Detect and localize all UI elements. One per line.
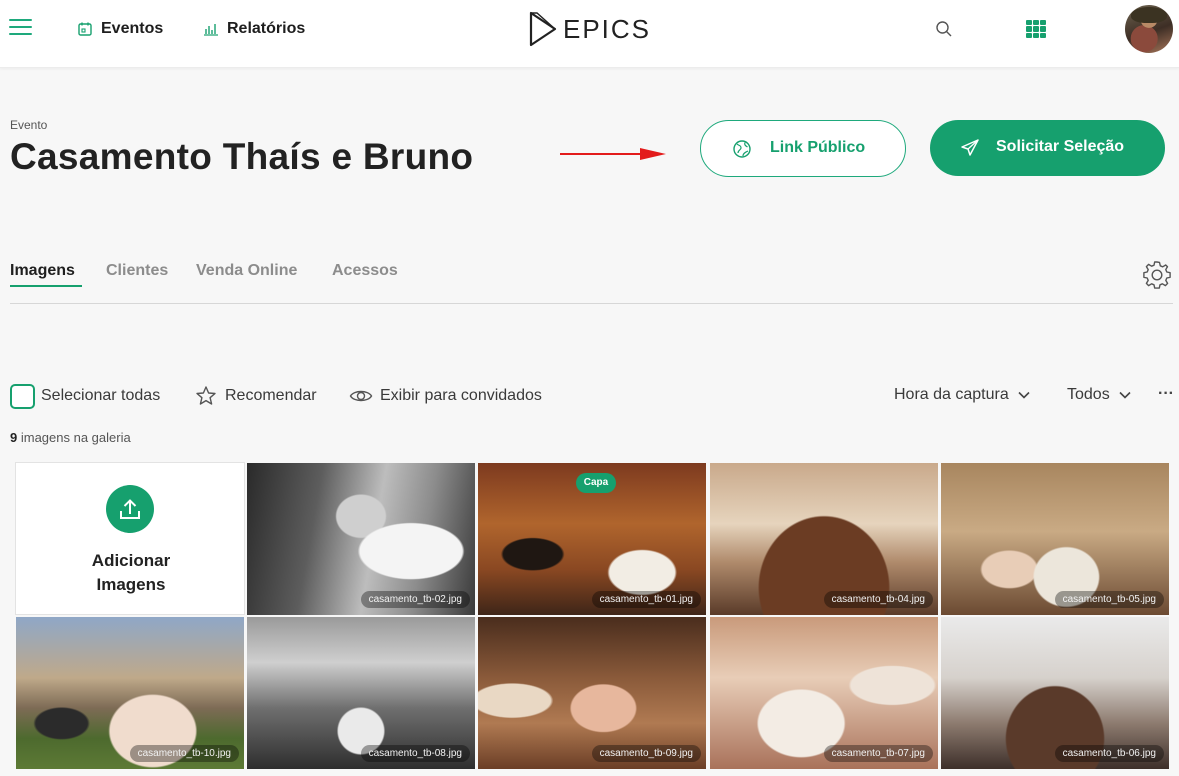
apps-grid-icon[interactable] bbox=[1026, 20, 1046, 38]
eye-icon bbox=[349, 390, 373, 402]
public-link-button[interactable]: Link Público bbox=[700, 120, 906, 177]
event-tabs: Imagens Clientes Venda Online Acessos bbox=[10, 260, 1173, 304]
top-navbar: Eventos Relatórios EPICS bbox=[0, 0, 1179, 68]
brand-logo[interactable]: EPICS bbox=[527, 11, 651, 47]
star-icon bbox=[196, 386, 216, 405]
menu-icon[interactable] bbox=[9, 17, 33, 37]
select-all-label: Selecionar todas bbox=[41, 387, 161, 404]
nav-relatorios-label: Relatórios bbox=[227, 20, 306, 37]
tab-venda-online[interactable]: Venda Online bbox=[196, 262, 297, 280]
brand-name: EPICS bbox=[563, 13, 652, 44]
avatar[interactable] bbox=[1125, 5, 1173, 53]
sort-dropdown[interactable]: Hora da captura bbox=[894, 384, 1030, 406]
nav-relatorios[interactable]: Relatórios bbox=[203, 18, 305, 40]
gallery-image[interactable]: casamento_tb-05.jpg bbox=[941, 463, 1169, 615]
gear-icon[interactable] bbox=[1141, 259, 1173, 291]
recommend-label: Recomendar bbox=[225, 387, 317, 404]
tab-acessos[interactable]: Acessos bbox=[332, 262, 398, 280]
image-filename: casamento_tb-10.jpg bbox=[129, 745, 239, 762]
filter-dropdown[interactable]: Todos bbox=[1067, 384, 1131, 406]
image-filename: casamento_tb-06.jpg bbox=[1054, 745, 1164, 762]
sort-dropdown-label: Hora da captura bbox=[894, 386, 1009, 403]
page-title: Casamento Thaís e Bruno bbox=[10, 136, 474, 177]
logo-icon bbox=[529, 11, 557, 47]
gallery-image[interactable]: casamento_tb-08.jpg bbox=[247, 617, 475, 769]
request-selection-label: Solicitar Seleção bbox=[996, 138, 1125, 155]
image-filename: casamento_tb-09.jpg bbox=[591, 745, 701, 762]
nav-eventos[interactable]: Eventos bbox=[77, 18, 163, 40]
cover-badge: Capa bbox=[576, 473, 616, 493]
image-filename: casamento_tb-01.jpg bbox=[591, 591, 701, 608]
public-link-label: Link Público bbox=[770, 139, 866, 156]
chevron-down-icon bbox=[1119, 391, 1131, 399]
recommend-button[interactable]: Recomendar bbox=[195, 384, 317, 408]
gallery-image[interactable]: Capa casamento_tb-01.jpg bbox=[478, 463, 706, 615]
gallery-count-number: 9 bbox=[10, 430, 18, 445]
gallery-count-label: imagens na galeria bbox=[20, 430, 131, 445]
show-to-guests-button[interactable]: Exibir para convidados bbox=[349, 384, 542, 408]
chevron-down-icon bbox=[1018, 391, 1030, 399]
gallery-image[interactable]: casamento_tb-06.jpg bbox=[941, 617, 1169, 769]
gallery-image[interactable]: casamento_tb-09.jpg bbox=[478, 617, 706, 769]
add-images-label-line1: Adicionar bbox=[91, 551, 171, 570]
tab-clientes[interactable]: Clientes bbox=[106, 262, 168, 280]
select-all-checkbox[interactable]: Selecionar todas bbox=[10, 383, 161, 409]
show-to-guests-label: Exibir para convidados bbox=[380, 387, 542, 404]
more-options-button[interactable]: ··· bbox=[1158, 385, 1174, 403]
search-icon[interactable] bbox=[934, 19, 954, 39]
bar-chart-icon bbox=[204, 24, 218, 36]
calendar-icon bbox=[78, 22, 92, 36]
gallery-image[interactable]: casamento_tb-04.jpg bbox=[710, 463, 938, 615]
tab-imagens[interactable]: Imagens bbox=[10, 262, 75, 280]
nav-eventos-label: Eventos bbox=[101, 20, 164, 37]
add-images-label: Adicionar Imagens bbox=[16, 549, 246, 597]
request-selection-button[interactable]: Solicitar Seleção bbox=[930, 120, 1165, 176]
gallery-image[interactable]: casamento_tb-10.jpg bbox=[16, 617, 244, 769]
image-filename: casamento_tb-07.jpg bbox=[823, 745, 933, 762]
filter-dropdown-label: Todos bbox=[1067, 386, 1110, 403]
gallery-count: 9 imagens na galeria bbox=[10, 430, 131, 445]
send-icon bbox=[961, 139, 979, 156]
globe-icon bbox=[733, 140, 751, 158]
event-caption: Evento bbox=[10, 118, 48, 132]
add-images-card[interactable]: Adicionar Imagens bbox=[15, 462, 245, 615]
gallery-image[interactable]: casamento_tb-02.jpg bbox=[247, 463, 475, 615]
image-filename: casamento_tb-04.jpg bbox=[823, 591, 933, 608]
gallery-image[interactable]: casamento_tb-07.jpg bbox=[710, 617, 938, 769]
image-filename: casamento_tb-08.jpg bbox=[360, 745, 470, 762]
active-tab-indicator bbox=[10, 285, 82, 287]
checkbox-box[interactable] bbox=[10, 383, 35, 409]
upload-icon bbox=[106, 485, 154, 533]
add-images-label-line2: Imagens bbox=[96, 575, 166, 594]
image-filename: casamento_tb-05.jpg bbox=[1054, 591, 1164, 608]
image-filename: casamento_tb-02.jpg bbox=[360, 591, 470, 608]
red-arrow-annotation bbox=[560, 148, 666, 160]
